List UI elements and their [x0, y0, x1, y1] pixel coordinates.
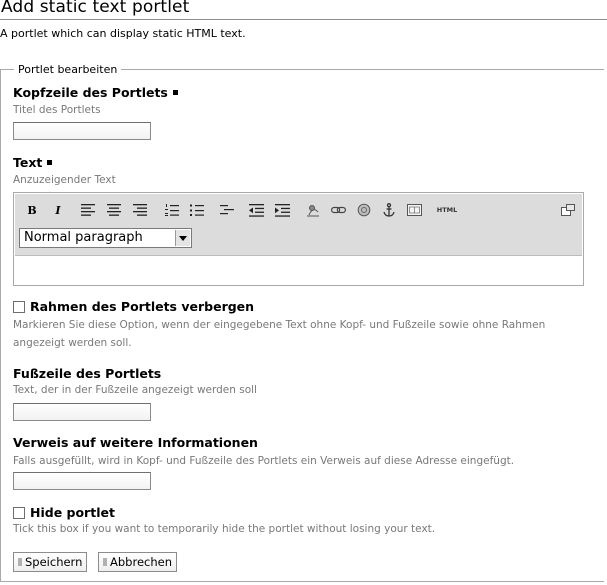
save-button[interactable]: Speichern: [13, 552, 88, 572]
footer-field-label: Fußzeile des Portlets: [13, 366, 162, 381]
hide-portlet-label: Hide portlet: [30, 505, 115, 520]
format-select-value: Normal paragraph: [24, 230, 143, 245]
page-description: A portlet which can display static HTML …: [0, 27, 246, 40]
outdent-icon[interactable]: [247, 201, 265, 219]
text-field-help: Anzuzeigender Text: [13, 174, 116, 186]
align-right-icon[interactable]: [131, 201, 149, 219]
html-source-label: HTML: [436, 206, 458, 214]
chevron-down-icon: [175, 230, 190, 246]
cancel-button-label: Abbrechen: [110, 555, 172, 569]
text-field-label: Text: [13, 155, 53, 170]
fieldset-legend: Portlet bearbeiten: [14, 63, 122, 76]
required-icon: [172, 90, 178, 95]
rich-text-editor: B I HTML Normal paragraph: [13, 192, 584, 286]
numbered-list-icon[interactable]: [163, 201, 181, 219]
header-field-label-text: Kopfzeile des Portlets: [13, 85, 168, 100]
omit-border-label: Rahmen des Portlets verbergen: [30, 299, 255, 314]
anchor-icon[interactable]: [380, 201, 398, 219]
omit-border-checkbox[interactable]: [13, 301, 25, 313]
html-source-icon[interactable]: HTML: [433, 201, 461, 219]
header-input[interactable]: [13, 122, 151, 140]
more-url-field-label: Verweis auf weitere Informationen: [13, 435, 258, 450]
cancel-button[interactable]: Abbrechen: [98, 552, 177, 572]
bullet-list-icon[interactable]: [188, 201, 206, 219]
button-grip-icon: [18, 558, 22, 566]
bold-icon[interactable]: B: [23, 201, 41, 219]
editor-divider: [15, 255, 582, 256]
hide-portlet-checkbox[interactable]: [13, 507, 25, 519]
text-field-label-text: Text: [13, 155, 43, 170]
title-divider: [0, 19, 607, 20]
fullscreen-icon[interactable]: [559, 201, 577, 219]
paragraph-format-select[interactable]: Normal paragraph: [19, 228, 192, 248]
align-center-icon[interactable]: [105, 201, 123, 219]
required-icon: [47, 160, 53, 165]
align-left-icon[interactable]: [79, 201, 97, 219]
page-title: Add static text portlet: [1, 0, 190, 17]
omit-border-help: Markieren Sie diese Option, wenn der ein…: [13, 319, 546, 349]
header-field-help: Titel des Portlets: [13, 104, 101, 116]
editor-toolbar: B I HTML Normal paragraph: [15, 194, 582, 255]
image-icon[interactable]: [304, 201, 322, 219]
more-url-input[interactable]: [13, 472, 151, 490]
link-icon[interactable]: [329, 201, 347, 219]
unlink-icon[interactable]: [355, 201, 373, 219]
italic-icon[interactable]: I: [49, 201, 67, 219]
definition-list-icon[interactable]: [218, 201, 236, 219]
more-url-field-help: Falls ausgefüllt, wird in Kopf- und Fußz…: [13, 455, 515, 467]
header-field-label: Kopfzeile des Portlets: [13, 85, 178, 100]
hide-portlet-help: Tick this box if you want to temporarily…: [13, 523, 436, 535]
table-icon[interactable]: [405, 201, 423, 219]
save-button-label: Speichern: [25, 555, 83, 569]
indent-icon[interactable]: [273, 201, 291, 219]
footer-field-help: Text, der in der Fußzeile angezeigt werd…: [13, 384, 257, 396]
button-grip-icon: [103, 558, 107, 566]
footer-input[interactable]: [13, 403, 151, 421]
